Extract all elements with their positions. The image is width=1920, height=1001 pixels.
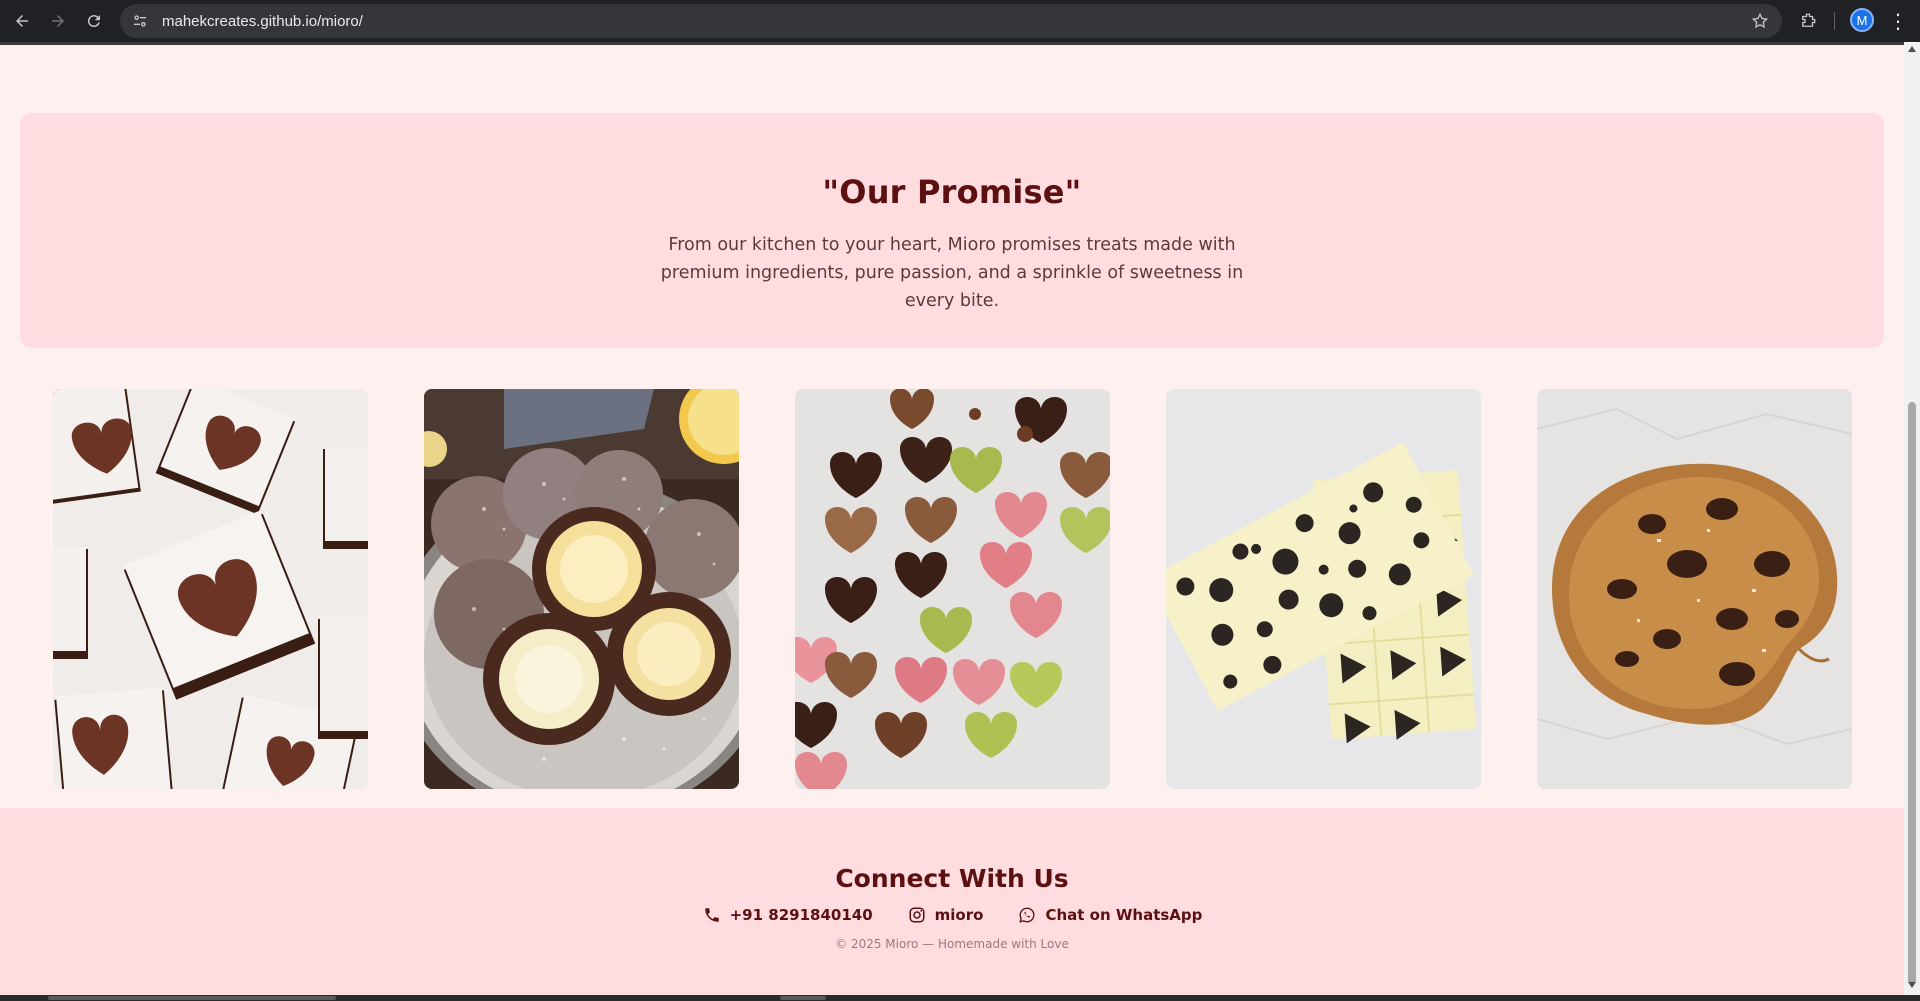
back-button[interactable] — [4, 3, 40, 39]
gallery-image-brownies — [53, 389, 368, 789]
browser-toolbar: mahekcreates.github.io/mioro/ M ⋮ — [0, 0, 1920, 42]
forward-button[interactable] — [40, 3, 76, 39]
contact-links: +91 8291840140 mioro Chat on WhatsApp — [0, 905, 1904, 925]
gallery-image-truffles — [424, 389, 739, 789]
profile-avatar[interactable]: M — [1850, 8, 1874, 32]
whatsapp-icon — [1017, 905, 1037, 925]
url-text[interactable]: mahekcreates.github.io/mioro/ — [162, 13, 363, 30]
reload-button[interactable] — [76, 3, 112, 39]
promise-title: "Our Promise" — [822, 173, 1082, 211]
promise-text: From our kitchen to your heart, Mioro pr… — [660, 235, 1244, 311]
site-info-icon[interactable] — [126, 7, 154, 35]
bookmark-star-icon[interactable] — [1748, 9, 1772, 33]
promise-section: "Our Promise" From our kitchen to your h… — [20, 113, 1884, 348]
phone-icon — [702, 905, 722, 925]
back-arrow-icon — [16, 15, 28, 27]
forward-arrow-icon — [52, 15, 64, 27]
copyright-text: © 2025 Mioro — Homemade with Love — [835, 937, 1069, 951]
address-bar[interactable]: mahekcreates.github.io/mioro/ — [120, 4, 1782, 38]
scroll-up-arrow-icon[interactable] — [1908, 46, 1916, 52]
gallery-image-cookies-cream-bar — [1166, 389, 1481, 789]
vertical-scrollbar[interactable] — [1904, 42, 1920, 995]
scroll-down-arrow-icon[interactable] — [1908, 982, 1916, 988]
instagram-link[interactable]: mioro — [907, 905, 984, 925]
toolbar-divider — [1834, 12, 1835, 30]
horizontal-scrollbar-thumb[interactable] — [48, 996, 336, 1000]
instagram-icon — [907, 905, 927, 925]
phone-link[interactable]: +91 8291840140 — [702, 905, 873, 925]
browser-menu-icon[interactable]: ⋮ — [1886, 7, 1910, 35]
horizontal-scrollbar-segment — [780, 996, 826, 1000]
footer: Connect With Us +91 8291840140 mioro Cha… — [0, 808, 1904, 995]
phone-text: +91 8291840140 — [729, 906, 873, 924]
footer-title: Connect With Us — [835, 864, 1069, 893]
gallery-image-heart-chocolates — [795, 389, 1110, 789]
reload-icon — [87, 15, 100, 28]
gallery-image-cookie — [1537, 389, 1852, 789]
instagram-text: mioro — [934, 906, 984, 924]
profile-initial: M — [1856, 12, 1868, 28]
header-shadow — [0, 42, 1904, 45]
horizontal-scrollbar[interactable] — [0, 995, 1920, 1001]
whatsapp-text: Chat on WhatsApp — [1045, 906, 1203, 924]
page-viewport: "Our Promise" From our kitchen to your h… — [0, 42, 1904, 995]
whatsapp-link[interactable]: Chat on WhatsApp — [1017, 905, 1202, 925]
product-gallery — [0, 389, 1904, 789]
extensions-icon[interactable] — [1794, 7, 1822, 35]
scrollbar-thumb[interactable] — [1908, 402, 1916, 985]
